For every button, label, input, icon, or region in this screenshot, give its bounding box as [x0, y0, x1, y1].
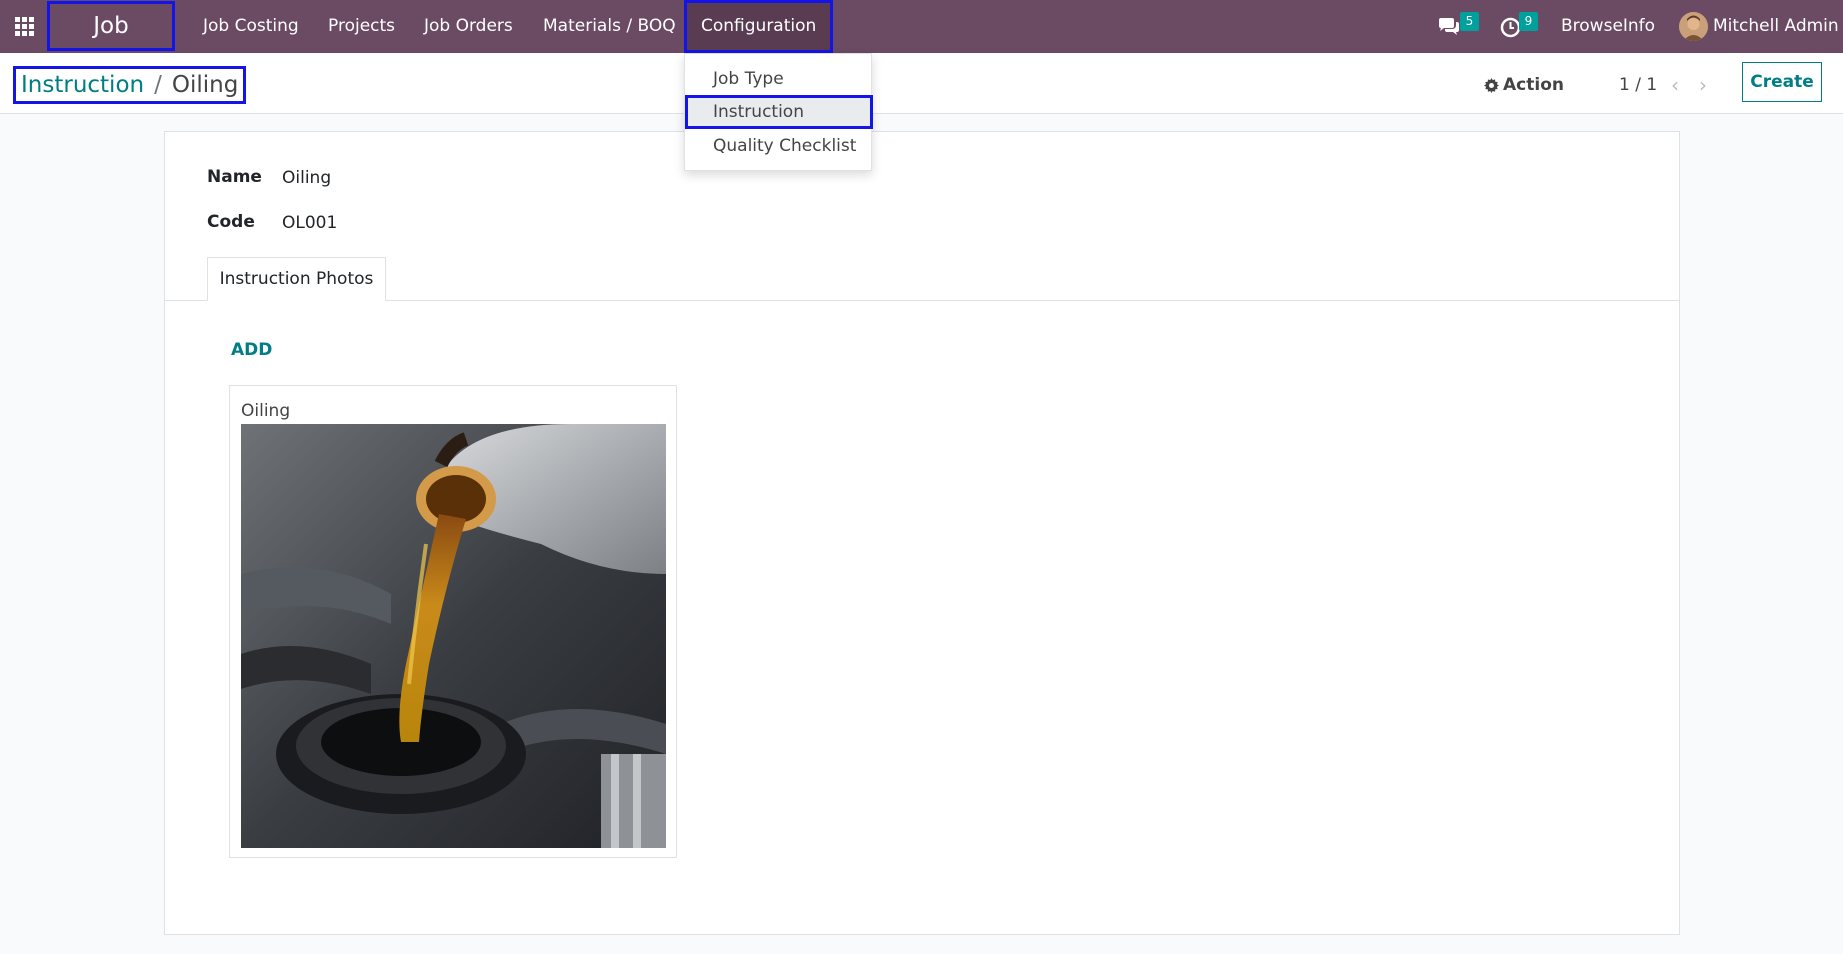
dropdown-item-instruction[interactable]: Instruction — [685, 95, 873, 129]
menu-projects[interactable]: Projects — [328, 0, 395, 53]
breadcrumb-separator: / — [154, 72, 162, 98]
user-menu[interactable]: Mitchell Admin — [1713, 0, 1839, 53]
activities-clock-icon[interactable] — [1500, 17, 1521, 42]
messages-count-badge: 5 — [1460, 12, 1479, 31]
breadcrumb-parent-link[interactable]: Instruction — [21, 72, 144, 98]
pager-value[interactable]: 1 / 1 — [1619, 70, 1657, 100]
menu-configuration[interactable]: Configuration — [684, 0, 834, 53]
add-photo-button[interactable]: ADD — [231, 340, 272, 360]
pager-previous-icon[interactable]: ‹ — [1671, 70, 1679, 100]
pager-next-icon[interactable]: › — [1699, 70, 1707, 100]
oil-pouring-photo — [241, 424, 666, 848]
top-navbar: Job Costing Job Costing Projects Job Ord… — [0, 0, 1843, 83]
dropdown-item-quality-checklist[interactable]: Quality Checklist — [685, 129, 873, 163]
user-avatar[interactable] — [1679, 12, 1708, 41]
activities-count-badge: 9 — [1519, 12, 1538, 31]
action-menu-button[interactable]: Action — [1484, 70, 1564, 100]
photo-title: Oiling — [241, 401, 291, 421]
create-button[interactable]: Create — [1742, 62, 1822, 102]
photo-card[interactable]: Oiling — [229, 385, 677, 858]
control-panel: Instruction / Oiling Action 1 / 1 ‹ › Cr… — [0, 53, 1843, 114]
breadcrumb-current: Oiling — [171, 72, 239, 98]
menu-materials-boq[interactable]: Materials / BOQ — [543, 0, 676, 53]
messages-icon[interactable] — [1437, 17, 1461, 41]
action-label: Action — [1503, 75, 1564, 95]
form-sheet: Name Oiling Code OL001 Instruction Photo… — [164, 131, 1680, 935]
tab-instruction-photos[interactable]: Instruction Photos — [207, 257, 386, 301]
code-field[interactable]: OL001 — [282, 213, 337, 233]
apps-grid-icon[interactable] — [15, 17, 34, 36]
name-field[interactable]: Oiling — [282, 168, 331, 188]
configuration-dropdown: Job Type Instruction Quality Checklist — [684, 53, 873, 171]
company-switcher[interactable]: BrowseInfo — [1561, 0, 1655, 53]
dropdown-item-job-type[interactable]: Job Type — [685, 62, 873, 96]
name-label: Name — [207, 167, 262, 187]
app-brand[interactable]: Job Costing — [47, 1, 175, 83]
gear-icon — [1484, 77, 1499, 93]
menu-job-costing[interactable]: Job Costing — [203, 0, 299, 53]
code-label: Code — [207, 212, 255, 232]
tab-divider — [165, 300, 1679, 301]
breadcrumb: Instruction / Oiling — [13, 66, 247, 104]
menu-job-orders[interactable]: Job Orders — [424, 0, 513, 53]
